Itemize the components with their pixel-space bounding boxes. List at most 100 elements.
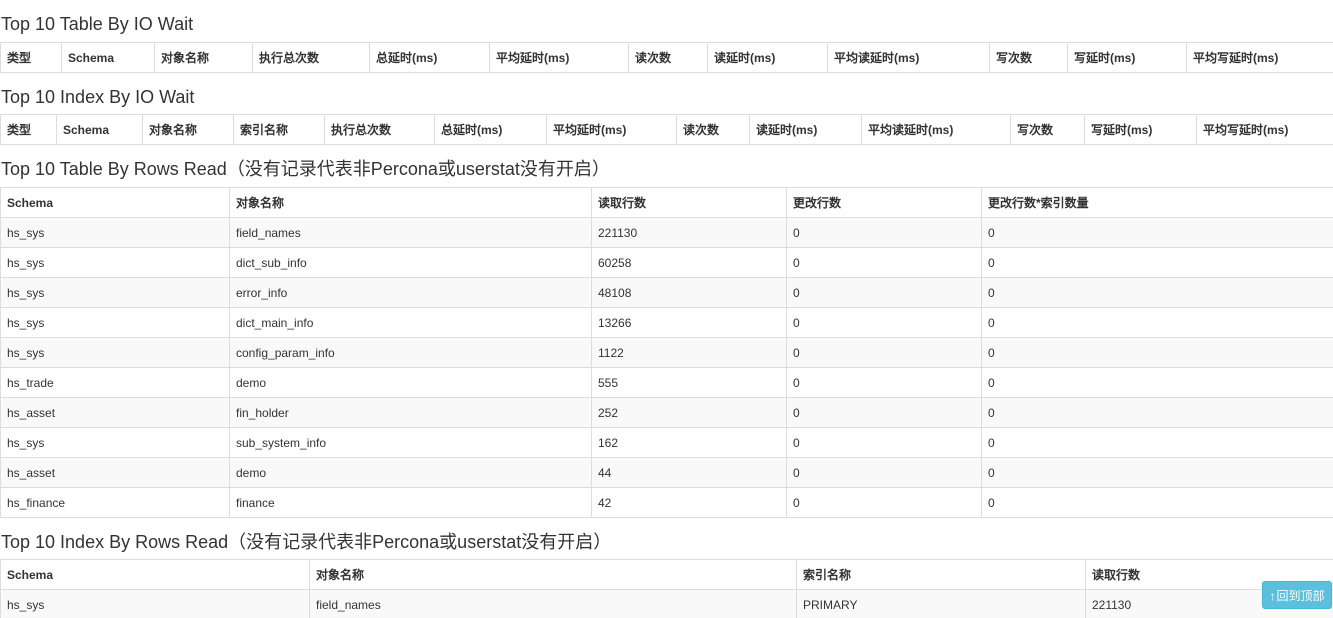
io-table-title-text: Top 10 Table By IO Wait (1, 14, 194, 34)
column-header[interactable]: 平均写延时(ms) (1196, 114, 1333, 145)
table-cell: 0 (981, 457, 1333, 488)
column-header[interactable]: 类型 (0, 114, 57, 145)
table-cell: 0 (981, 307, 1333, 338)
column-header[interactable]: 索引名称 (233, 114, 325, 145)
table-cell: dict_main_info (229, 307, 592, 338)
column-header[interactable]: 对象名称 (229, 187, 592, 218)
back-to-top-label: 回到顶部 (1276, 589, 1325, 603)
column-header[interactable]: 读次数 (628, 42, 708, 73)
rows-index-title-text: Top 10 Index By Rows Read (1, 532, 229, 552)
column-header[interactable]: 执行总次数 (324, 114, 435, 145)
table-cell: 0 (786, 487, 982, 518)
table-row: hs_sys dict_main_info 13266 0 0 (0, 307, 1333, 338)
table-row: hs_asset fin_holder 252 0 0 (0, 397, 1333, 428)
table-row: hs_sys field_names 221130 0 0 (0, 217, 1333, 248)
column-header[interactable]: 对象名称 (154, 42, 253, 73)
table-cell: 0 (786, 427, 982, 458)
table-cell: error_info (229, 277, 592, 308)
page: Top 10 Table By IO Wait 类型 Schema 对象名称 执… (0, 0, 1333, 618)
table-cell: 0 (786, 397, 982, 428)
table-cell: 0 (786, 337, 982, 368)
column-header[interactable]: 类型 (0, 42, 62, 73)
column-header[interactable]: 对象名称 (142, 114, 234, 145)
table-cell: 162 (591, 427, 787, 458)
rows-table-title-note: （没有记录代表非Percona或userstat没有开启） (226, 159, 610, 179)
column-header[interactable]: 读次数 (676, 114, 750, 145)
column-header[interactable]: 对象名称 (309, 559, 797, 590)
column-header[interactable]: 总延时(ms) (369, 42, 490, 73)
arrow-up-icon: ↑ (1269, 589, 1276, 603)
table-cell: 0 (981, 397, 1333, 428)
table-cell: hs_sys (0, 247, 230, 278)
table-cell: fin_holder (229, 397, 592, 428)
column-header[interactable]: 写次数 (989, 42, 1068, 73)
table-cell: 0 (786, 457, 982, 488)
io-table-header-row: 类型 Schema 对象名称 执行总次数 总延时(ms) 平均延时(ms) 读次… (0, 42, 1333, 73)
rows-index-title: Top 10 Index By Rows Read（没有记录代表非Percona… (1, 531, 611, 553)
table-row: hs_sys config_param_info 1122 0 0 (0, 337, 1333, 368)
table-row: hs_sys field_names PRIMARY 221130 (0, 589, 1333, 618)
table-cell: hs_asset (0, 457, 230, 488)
rows-table: Schema 对象名称 读取行数 更改行数 更改行数*索引数量 hs_sys f… (0, 187, 1333, 518)
table-row: hs_sys sub_system_info 162 0 0 (0, 427, 1333, 458)
table-cell: field_names (229, 217, 592, 248)
table-cell: 555 (591, 367, 787, 398)
table-cell: hs_asset (0, 397, 230, 428)
io-index-header-row: 类型 Schema 对象名称 索引名称 执行总次数 总延时(ms) 平均延时(m… (0, 114, 1333, 145)
table-cell: 42 (591, 487, 787, 518)
table-cell: demo (229, 367, 592, 398)
table-cell: 60258 (591, 247, 787, 278)
table-cell: hs_finance (0, 487, 230, 518)
column-header[interactable]: 更改行数 (786, 187, 982, 218)
column-header[interactable]: 平均写延时(ms) (1186, 42, 1333, 73)
table-cell: PRIMARY (796, 589, 1086, 618)
table-cell: 0 (981, 487, 1333, 518)
column-header[interactable]: 执行总次数 (252, 42, 370, 73)
io-index-table: 类型 Schema 对象名称 索引名称 执行总次数 总延时(ms) 平均延时(m… (0, 114, 1333, 145)
table-cell: hs_sys (0, 277, 230, 308)
column-header[interactable]: Schema (0, 559, 310, 590)
table-row: hs_sys dict_sub_info 60258 0 0 (0, 247, 1333, 278)
column-header[interactable]: Schema (0, 187, 230, 218)
column-header[interactable]: 平均延时(ms) (546, 114, 677, 145)
column-header[interactable]: 写次数 (1010, 114, 1085, 145)
rows-index-header-row: Schema 对象名称 索引名称 读取行数 (0, 559, 1333, 590)
rows-index-title-note: （没有记录代表非Percona或userstat没有开启） (228, 532, 612, 552)
column-header[interactable]: 读延时(ms) (707, 42, 828, 73)
io-index-title-text: Top 10 Index By IO Wait (1, 87, 195, 107)
table-row: hs_asset demo 44 0 0 (0, 457, 1333, 488)
table-cell: 0 (786, 277, 982, 308)
table-cell: 0 (981, 367, 1333, 398)
column-header[interactable]: 总延时(ms) (434, 114, 547, 145)
column-header[interactable]: 更改行数*索引数量 (981, 187, 1333, 218)
table-cell: 1122 (591, 337, 787, 368)
column-header[interactable]: 读取行数 (591, 187, 787, 218)
column-header[interactable]: 索引名称 (796, 559, 1086, 590)
column-header[interactable]: 写延时(ms) (1067, 42, 1187, 73)
table-cell: finance (229, 487, 592, 518)
table-cell: hs_sys (0, 589, 310, 618)
column-header[interactable]: 写延时(ms) (1084, 114, 1197, 145)
table-cell: 44 (591, 457, 787, 488)
table-row: hs_sys error_info 48108 0 0 (0, 277, 1333, 308)
column-header[interactable]: Schema (61, 42, 155, 73)
table-cell: 0 (786, 367, 982, 398)
column-header[interactable]: Schema (56, 114, 143, 145)
column-header[interactable]: 平均读延时(ms) (827, 42, 990, 73)
table-cell: field_names (309, 589, 797, 618)
io-index-title: Top 10 Index By IO Wait (1, 86, 194, 108)
table-cell: demo (229, 457, 592, 488)
io-table-title: Top 10 Table By IO Wait (1, 13, 193, 35)
table-cell: dict_sub_info (229, 247, 592, 278)
table-row: hs_trade demo 555 0 0 (0, 367, 1333, 398)
column-header[interactable]: 平均延时(ms) (489, 42, 629, 73)
table-cell: hs_trade (0, 367, 230, 398)
table-cell: 0 (981, 277, 1333, 308)
back-to-top-button[interactable]: ↑回到顶部 (1262, 581, 1332, 609)
table-cell: 0 (981, 217, 1333, 248)
table-cell: config_param_info (229, 337, 592, 368)
column-header[interactable]: 平均读延时(ms) (861, 114, 1011, 145)
column-header[interactable]: 读延时(ms) (749, 114, 862, 145)
io-table: 类型 Schema 对象名称 执行总次数 总延时(ms) 平均延时(ms) 读次… (0, 42, 1333, 73)
table-cell: 221130 (591, 217, 787, 248)
